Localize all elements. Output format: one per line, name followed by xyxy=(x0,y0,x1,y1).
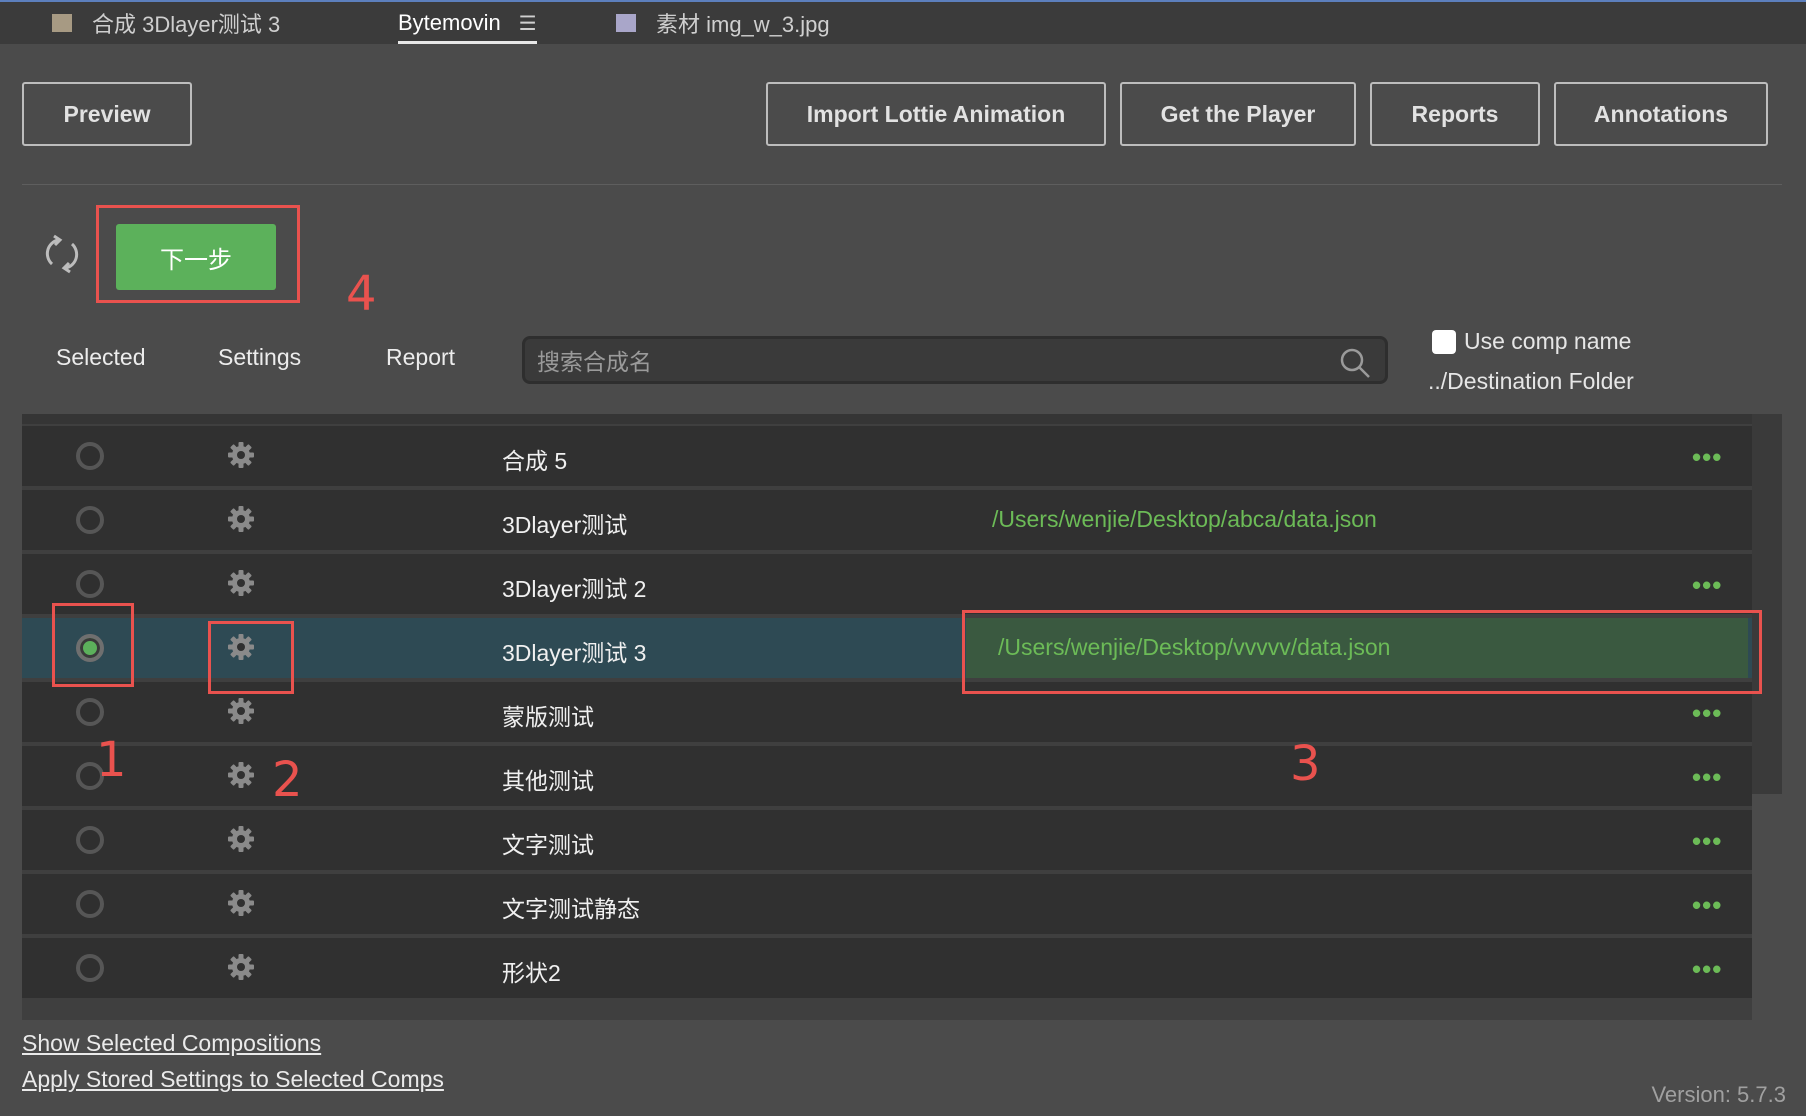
settings-gear-icon[interactable] xyxy=(226,952,256,982)
destination-path[interactable]: /Users/wenjie/Desktop/abca/data.json xyxy=(992,506,1377,533)
select-radio[interactable] xyxy=(76,826,104,854)
select-radio[interactable] xyxy=(76,570,104,598)
more-options-icon[interactable]: ••• xyxy=(1692,826,1722,857)
tab-label: 合成 3Dlayer测试 3 xyxy=(92,12,281,37)
destination-folder-label[interactable]: ../Destination Folder xyxy=(1428,368,1634,395)
column-header-selected: Selected xyxy=(56,344,146,370)
callout-box-radio xyxy=(52,603,134,687)
callout-number-1: 1 xyxy=(96,732,127,788)
preview-button[interactable]: Preview xyxy=(22,82,192,146)
settings-gear-icon[interactable] xyxy=(226,824,256,854)
refresh-icon[interactable] xyxy=(38,230,86,278)
callout-number-4: 4 xyxy=(346,266,377,322)
tab-composition[interactable]: 合成 3Dlayer测试 3 xyxy=(52,4,280,42)
search-input[interactable]: 搜索合成名 xyxy=(522,336,1388,384)
composition-row[interactable]: 文字测试 ••• xyxy=(22,810,1752,870)
reports-button[interactable]: Reports xyxy=(1370,82,1540,146)
composition-name: 合成 5 xyxy=(502,448,568,474)
more-options-icon[interactable]: ••• xyxy=(1692,890,1722,921)
select-radio[interactable] xyxy=(76,954,104,982)
composition-name: 其他测试 xyxy=(502,768,594,794)
scrollbar-thumb[interactable] xyxy=(1752,414,1782,794)
composition-row[interactable]: 文字测试静态 ••• xyxy=(22,874,1752,934)
settings-gear-icon[interactable] xyxy=(226,504,256,534)
use-comp-name-checkbox[interactable]: Use comp name xyxy=(1432,328,1631,355)
composition-row[interactable]: 形状2 ••• xyxy=(22,938,1752,998)
active-tab-underline xyxy=(398,41,537,44)
callout-number-3: 3 xyxy=(1290,736,1321,792)
composition-name: 3Dlayer测试 3 xyxy=(502,640,647,666)
settings-gear-icon[interactable] xyxy=(226,568,256,598)
tab-footage[interactable]: 素材 img_w_3.jpg xyxy=(616,4,830,42)
list-top-strip xyxy=(22,414,1752,424)
settings-gear-icon[interactable] xyxy=(226,760,256,790)
version-label: Version: 5.7.3 xyxy=(1651,1082,1786,1107)
callout-box-path xyxy=(962,610,1762,694)
more-options-icon[interactable]: ••• xyxy=(1692,442,1722,473)
get-player-button[interactable]: Get the Player xyxy=(1120,82,1356,146)
toolbar-divider xyxy=(22,184,1782,185)
annotations-button[interactable]: Annotations xyxy=(1554,82,1768,146)
composition-swatch-icon xyxy=(52,14,72,32)
callout-number-2: 2 xyxy=(272,752,303,808)
composition-name: 3Dlayer测试 2 xyxy=(502,576,647,602)
settings-gear-icon[interactable] xyxy=(226,440,256,470)
settings-gear-icon[interactable] xyxy=(226,888,256,918)
search-icon xyxy=(1340,348,1370,378)
apply-stored-settings-link[interactable]: Apply Stored Settings to Selected Comps xyxy=(22,1066,444,1093)
tab-label: Bytemovin xyxy=(398,10,501,35)
select-radio[interactable] xyxy=(76,890,104,918)
settings-gear-icon[interactable] xyxy=(226,696,256,726)
composition-name: 文字测试静态 xyxy=(502,896,640,922)
select-radio[interactable] xyxy=(76,698,104,726)
composition-name: 文字测试 xyxy=(502,832,594,858)
checkbox-box[interactable] xyxy=(1432,329,1456,354)
callout-box-settings xyxy=(208,621,294,694)
more-options-icon[interactable]: ••• xyxy=(1692,954,1722,985)
footage-swatch-icon xyxy=(616,14,636,32)
column-header-settings: Settings xyxy=(218,344,302,370)
tab-bytemovin[interactable]: Bytemovin ☰ xyxy=(398,4,537,44)
composition-row[interactable]: 合成 5 ••• xyxy=(22,426,1752,486)
composition-row[interactable]: 3Dlayer测试 2 ••• xyxy=(22,554,1752,614)
composition-name: 3Dlayer测试 xyxy=(502,512,628,538)
more-options-icon[interactable]: ••• xyxy=(1692,698,1722,729)
use-comp-name-label: Use comp name xyxy=(1464,328,1632,354)
composition-list[interactable]: 合成 5 ••• 3Dlayer测试/Users/wenjie/Desktop/ab… xyxy=(22,414,1782,1020)
callout-box-next xyxy=(96,205,300,303)
composition-name: 蒙版测试 xyxy=(502,704,594,730)
select-radio[interactable] xyxy=(76,506,104,534)
tab-label: 素材 img_w_3.jpg xyxy=(656,12,830,37)
select-radio[interactable] xyxy=(76,442,104,470)
more-options-icon[interactable]: ••• xyxy=(1692,570,1722,601)
composition-row[interactable]: 3Dlayer测试/Users/wenjie/Desktop/abca/data… xyxy=(22,490,1752,550)
import-lottie-button[interactable]: Import Lottie Animation xyxy=(766,82,1106,146)
search-placeholder: 搜索合成名 xyxy=(537,349,652,375)
panel-menu-icon[interactable]: ☰ xyxy=(519,11,537,36)
panel-tab-bar: 合成 3Dlayer测试 3 Bytemovin ☰ 素材 img_w_3.jp… xyxy=(0,0,1806,44)
show-selected-compositions-link[interactable]: Show Selected Compositions xyxy=(22,1030,321,1057)
composition-name: 形状2 xyxy=(502,960,561,986)
more-options-icon[interactable]: ••• xyxy=(1692,762,1722,793)
column-header-report: Report xyxy=(386,344,456,370)
